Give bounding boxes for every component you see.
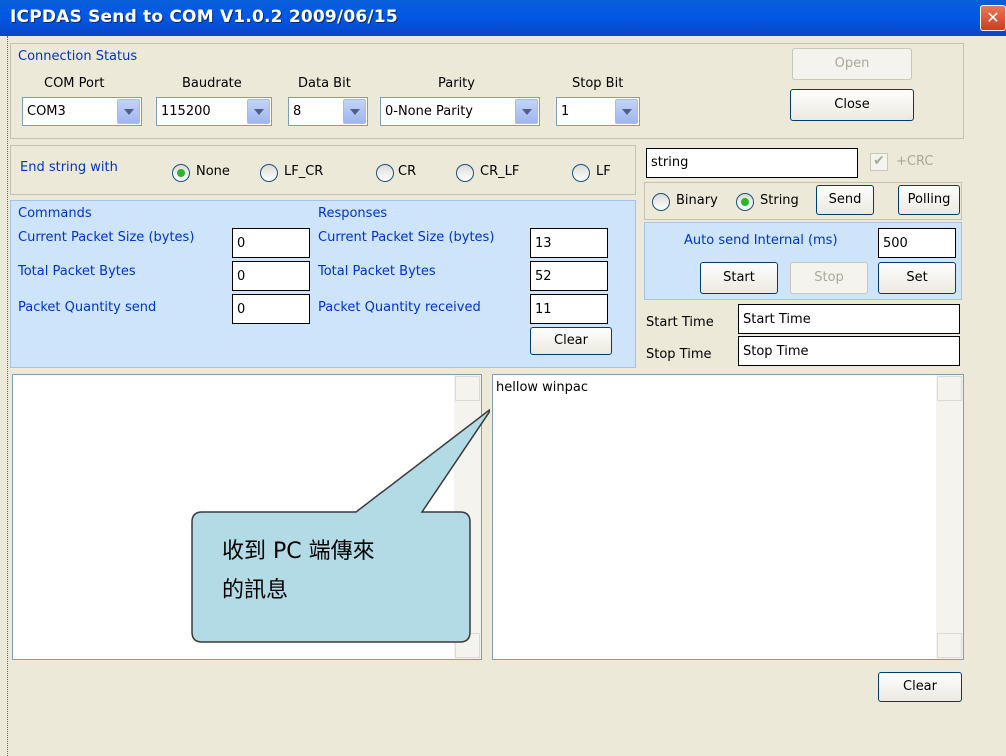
radio-none[interactable] <box>172 164 190 182</box>
stop-time-field: Stop Time <box>738 336 960 366</box>
resp-packet-size-field: 13 <box>530 228 608 258</box>
com-port-select[interactable]: COM3 <box>22 97 142 126</box>
bottom-clear-button[interactable]: Clear <box>878 672 962 702</box>
end-string-label: End string with <box>20 160 118 175</box>
close-button[interactable]: Close <box>790 89 914 121</box>
window-close-button[interactable]: ✕ <box>980 5 1006 31</box>
cmd-total-bytes-label: Total Packet Bytes <box>18 264 136 279</box>
radio-cr-lf[interactable] <box>456 164 474 182</box>
crc-label: +CRC <box>896 154 934 169</box>
left-edge <box>0 36 8 756</box>
responses-clear-button[interactable]: Clear <box>530 327 612 355</box>
radio-string-label: String <box>760 193 799 208</box>
chevron-down-icon[interactable] <box>615 99 638 124</box>
chevron-down-icon[interactable] <box>247 99 270 124</box>
connection-status-label: Connection Status <box>18 49 138 64</box>
polling-button[interactable]: Polling <box>898 185 960 215</box>
commands-header: Commands <box>18 206 92 221</box>
cmd-quantity-label: Packet Quantity send <box>18 300 157 315</box>
radio-lf-cr-label: LF_CR <box>284 164 324 179</box>
scroll-up-button[interactable] <box>937 376 962 401</box>
resp-total-bytes-label: Total Packet Bytes <box>318 264 436 279</box>
resp-total-bytes-field: 52 <box>530 261 608 291</box>
auto-send-interval-field[interactable]: 500 <box>878 228 956 258</box>
com-port-value: COM3 <box>27 104 66 119</box>
responses-header: Responses <box>318 206 388 221</box>
start-time-label: Start Time <box>646 315 714 330</box>
radio-string[interactable] <box>736 193 754 211</box>
parity-label: Parity <box>438 76 475 91</box>
auto-send-label: Auto send Internal (ms) <box>684 233 838 248</box>
radio-binary-label: Binary <box>676 193 718 208</box>
cmd-packet-size-field: 0 <box>232 228 310 258</box>
parity-select[interactable]: 0-None Parity <box>380 97 540 126</box>
baudrate-label: Baudrate <box>182 76 242 91</box>
callout-line-1: 收到 PC 端傳來 <box>222 539 375 564</box>
cmd-total-bytes-field: 0 <box>232 261 310 291</box>
callout-bubble <box>191 408 490 643</box>
resp-quantity-field: 11 <box>530 294 608 324</box>
received-text-area[interactable] <box>492 374 964 660</box>
stop-bit-value: 1 <box>561 104 570 119</box>
stop-bit-select[interactable]: 1 <box>556 97 640 126</box>
baudrate-select[interactable]: 115200 <box>156 97 272 126</box>
radio-lf[interactable] <box>572 164 590 182</box>
chevron-down-icon[interactable] <box>343 99 366 124</box>
radio-lf-cr[interactable] <box>260 164 278 182</box>
start-time-field: Start Time <box>738 304 960 334</box>
chevron-down-icon[interactable] <box>515 99 538 124</box>
scroll-up-button[interactable] <box>455 376 480 401</box>
radio-cr-lf-label: CR_LF <box>480 164 520 179</box>
resp-quantity-label: Packet Quantity received <box>318 300 481 315</box>
data-bit-label: Data Bit <box>298 76 351 91</box>
data-bit-select[interactable]: 8 <box>288 97 368 126</box>
baudrate-value: 115200 <box>161 104 211 119</box>
scroll-down-button[interactable] <box>937 633 962 658</box>
com-port-label: COM Port <box>44 76 105 91</box>
radio-none-label: None <box>196 164 230 179</box>
radio-cr-label: CR <box>398 164 417 179</box>
resp-packet-size-label: Current Packet Size (bytes) <box>318 230 495 245</box>
crc-checkbox[interactable]: ✔ <box>870 153 888 171</box>
auto-set-button[interactable]: Set <box>878 262 956 294</box>
open-button[interactable]: Open <box>792 48 912 80</box>
cmd-packet-size-label: Current Packet Size (bytes) <box>18 230 195 245</box>
radio-cr[interactable] <box>376 164 394 182</box>
parity-value: 0-None Parity <box>385 104 473 119</box>
cmd-quantity-field: 0 <box>232 294 310 324</box>
auto-start-button[interactable]: Start <box>700 262 778 294</box>
auto-stop-button[interactable]: Stop <box>790 262 868 294</box>
callout-line-2: 的訊息 <box>222 578 289 603</box>
stop-bit-label: Stop Bit <box>572 76 624 91</box>
stop-time-label: Stop Time <box>646 347 712 362</box>
window-title: ICPDAS Send to COM V1.0.2 2009/06/15 <box>10 7 398 27</box>
chevron-down-icon[interactable] <box>117 99 140 124</box>
received-text: hellow winpac <box>496 380 589 395</box>
radio-lf-label: LF <box>596 164 611 179</box>
send-button[interactable]: Send <box>816 185 874 215</box>
received-scrollbar[interactable] <box>936 375 963 659</box>
send-string-input[interactable]: string <box>646 148 858 178</box>
radio-binary[interactable] <box>652 193 670 211</box>
data-bit-value: 8 <box>293 104 302 119</box>
